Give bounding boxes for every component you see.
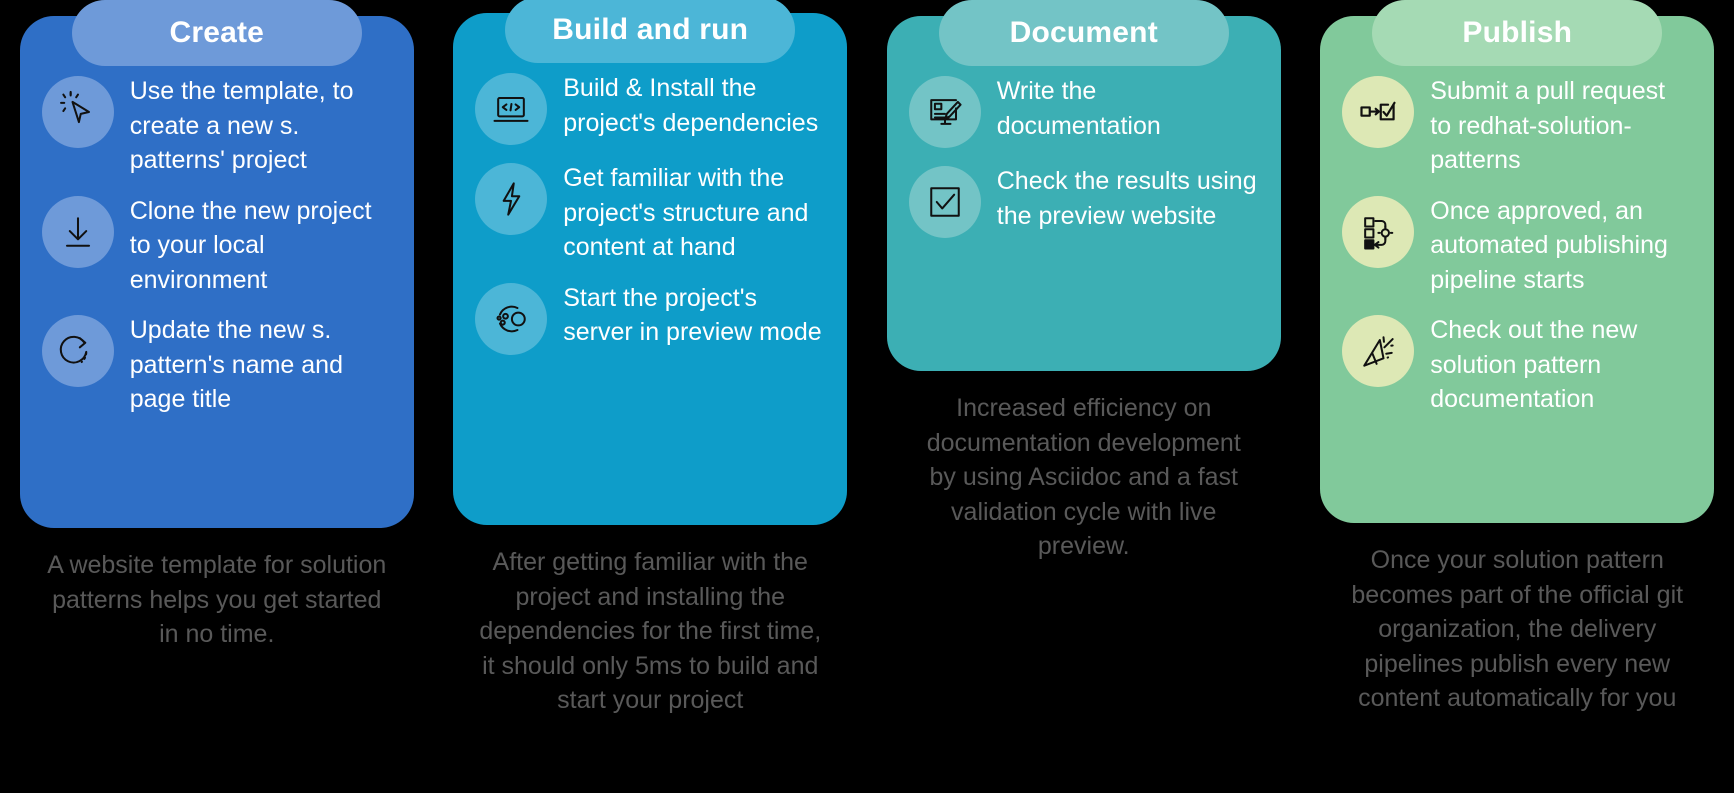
caption-wrap-publish: Once your solution pattern becomes part … bbox=[1301, 523, 1734, 716]
cursor-click-icon bbox=[41, 76, 114, 148]
step-row: Get familiar with the project's structur… bbox=[475, 159, 825, 265]
step-text: Submit a pull request to redhat-solution… bbox=[1430, 77, 1666, 174]
caption-publish: Once your solution pattern becomes part … bbox=[1351, 546, 1684, 712]
step-text: Check the results using the preview webs… bbox=[996, 167, 1257, 230]
step-row: Use the template, to create a new s. pat… bbox=[41, 72, 392, 178]
card-create: Create Use the template, to create a new… bbox=[19, 0, 414, 528]
column-publish: Publish Submit a pull request to redhat-… bbox=[1301, 0, 1734, 793]
step-text: Start the project's server in preview mo… bbox=[563, 283, 822, 347]
steps-list-build-and-run: Build & Install the project's dependenci… bbox=[475, 69, 825, 355]
card-document: Document Write the documentation Check t… bbox=[886, 0, 1281, 371]
step-text: Once approved, an automated publishing p… bbox=[1430, 196, 1668, 294]
step-row: Build & Install the project's dependenci… bbox=[475, 69, 825, 145]
step-row: Submit a pull request to redhat-solution… bbox=[1342, 72, 1692, 178]
caption-document: Increased efficiency on documentation de… bbox=[926, 394, 1241, 560]
step-text: Clone the new project to your local envi… bbox=[129, 196, 372, 294]
caption-create: A website template for solution patterns… bbox=[47, 551, 387, 648]
steps-list-publish: Submit a pull request to redhat-solution… bbox=[1342, 72, 1692, 417]
column-document: Document Write the documentation Check t… bbox=[867, 0, 1301, 793]
caption-wrap-create: A website template for solution patterns… bbox=[0, 528, 434, 652]
automation-pipeline-icon bbox=[1342, 195, 1415, 268]
atom-particles-icon bbox=[475, 282, 548, 355]
lightning-bolt-icon bbox=[475, 163, 548, 235]
steps-list-create: Use the template, to create a new s. pat… bbox=[41, 72, 392, 417]
caption-build-and-run: After getting familiar with the project … bbox=[479, 548, 822, 714]
step-text: Build & Install the project's dependenci… bbox=[563, 74, 819, 137]
card-title-build-and-run: Build and run bbox=[505, 0, 796, 63]
code-laptop-icon bbox=[475, 73, 548, 145]
card-build-and-run: Build and run Build & Install the projec… bbox=[453, 0, 848, 525]
card-title-create: Create bbox=[71, 0, 362, 66]
step-row: Write the documentation bbox=[908, 72, 1259, 148]
caption-wrap-build-and-run: After getting familiar with the project … bbox=[434, 525, 868, 718]
column-create: Create Use the template, to create a new… bbox=[0, 0, 434, 793]
process-diagram: Create Use the template, to create a new… bbox=[0, 0, 1734, 793]
step-row: Start the project's server in preview mo… bbox=[475, 279, 825, 355]
card-title-publish: Publish bbox=[1372, 0, 1663, 66]
caption-wrap-document: Increased efficiency on documentation de… bbox=[867, 371, 1301, 564]
checkbox-check-icon bbox=[908, 166, 981, 238]
steps-list-document: Write the documentation Check the result… bbox=[908, 72, 1259, 238]
step-row: Clone the new project to your local envi… bbox=[41, 192, 392, 298]
step-text: Write the documentation bbox=[996, 77, 1161, 140]
step-text: Check out the new solution pattern docum… bbox=[1430, 316, 1638, 413]
step-row: Check out the new solution pattern docum… bbox=[1342, 311, 1692, 417]
party-popper-icon bbox=[1342, 315, 1415, 387]
step-text: Update the new s. pattern's name and pag… bbox=[129, 316, 343, 413]
column-build-and-run: Build and run Build & Install the projec… bbox=[434, 0, 868, 793]
step-text: Use the template, to create a new s. pat… bbox=[129, 77, 354, 174]
download-arrow-icon bbox=[41, 195, 114, 268]
step-row: Check the results using the preview webs… bbox=[908, 162, 1259, 238]
refresh-circle-icon bbox=[41, 315, 114, 387]
card-publish: Publish Submit a pull request to redhat-… bbox=[1320, 0, 1715, 523]
pull-request-check-icon bbox=[1342, 76, 1415, 148]
monitor-pencil-icon bbox=[908, 76, 981, 148]
step-row: Once approved, an automated publishing p… bbox=[1342, 192, 1692, 298]
card-title-document: Document bbox=[938, 0, 1229, 66]
step-row: Update the new s. pattern's name and pag… bbox=[41, 311, 392, 417]
step-text: Get familiar with the project's structur… bbox=[563, 164, 809, 261]
